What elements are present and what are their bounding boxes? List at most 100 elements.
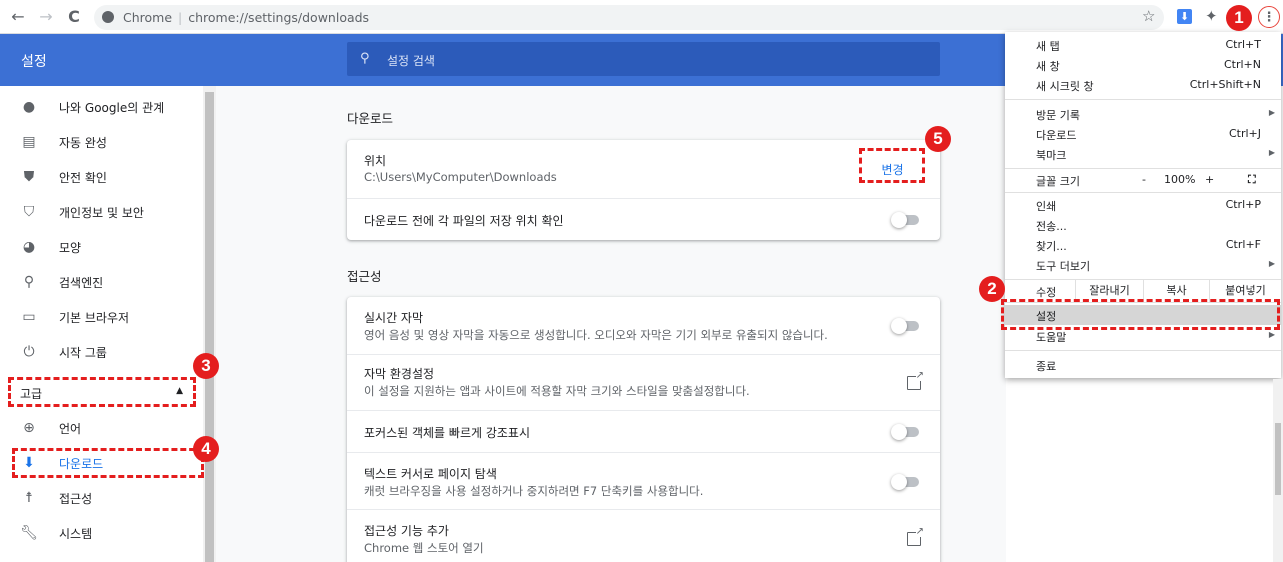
- settings-sidebar: ● 나와 Google의 관계 ▤ 자동 완성 ⛊ 안전 확인 ⛉ 개인정보 및…: [0, 86, 216, 562]
- menu-bookmarks[interactable]: 북마크 ▶: [1005, 144, 1281, 164]
- menu-new-window[interactable]: 새 창 Ctrl+N: [1005, 55, 1281, 75]
- url-text: chrome://settings/downloads: [188, 10, 370, 25]
- menu-zoom: 글꼴 크기 - 100% + ⛶: [1005, 170, 1281, 190]
- menu-shortcut: Ctrl+N: [1223, 58, 1261, 71]
- main-scroll-thumb[interactable]: [1275, 423, 1281, 495]
- search-icon: ⚲: [23, 274, 35, 290]
- sidebar-item-appearance[interactable]: ◕ 모양: [0, 229, 200, 264]
- ask-location-toggle[interactable]: [891, 212, 919, 228]
- menu-label: 방문 기록: [1036, 109, 1080, 122]
- person-icon: ●: [22, 99, 36, 115]
- zoom-out-button[interactable]: -: [1142, 173, 1146, 186]
- menu-cast[interactable]: 전송...: [1005, 215, 1281, 235]
- menu-print[interactable]: 인쇄 Ctrl+P: [1005, 195, 1281, 215]
- menu-shortcut: Ctrl+T: [1225, 38, 1261, 51]
- location-path: C:\Users\MyComputer\Downloads: [364, 170, 557, 184]
- focus-highlight-row[interactable]: 포커스된 객체를 빠르게 강조표시: [347, 410, 940, 452]
- search-icon: ⚲: [360, 51, 370, 66]
- menu-label: 종료: [1036, 360, 1057, 373]
- menu-downloads[interactable]: 다운로드 Ctrl+J: [1005, 124, 1281, 144]
- address-bar[interactable]: Chrome | chrome://settings/downloads: [94, 5, 1164, 30]
- shield-check-icon: ⛊: [23, 169, 35, 185]
- browser-toolbar: ← → C Chrome | chrome://settings/downloads…: [0, 0, 1283, 34]
- menu-label: 수정: [1036, 286, 1057, 299]
- sidebar-item-default-browser[interactable]: ▭ 기본 브라우저: [0, 299, 200, 334]
- sidebar-item-search-engine[interactable]: ⚲ 검색엔진: [0, 264, 200, 299]
- sidebar-item-accessibility[interactable]: ☨ 접근성: [0, 480, 200, 515]
- back-icon[interactable]: ←: [8, 7, 28, 27]
- main-scrollbar[interactable]: [1273, 379, 1283, 562]
- step-badge-4: 4: [193, 436, 219, 462]
- open-external-icon[interactable]: [907, 370, 924, 390]
- settings-search-input[interactable]: ⚲ 설정 검색: [347, 42, 940, 76]
- sidebar-scroll-thumb[interactable]: [205, 92, 214, 562]
- forward-icon[interactable]: →: [36, 7, 56, 27]
- sidebar-item-label: 검색엔진: [59, 276, 104, 290]
- highlight-downloads: [12, 448, 204, 478]
- caption-pref-title: 자막 환경설정: [364, 367, 435, 381]
- chrome-menu-icon[interactable]: ⋮: [1258, 6, 1280, 28]
- toggle-knob: [891, 474, 907, 490]
- menu-shortcut: Ctrl+P: [1225, 198, 1261, 211]
- menu-find[interactable]: 찾기... Ctrl+F: [1005, 235, 1281, 255]
- sidebar-item-languages[interactable]: ⊕ 언어: [0, 410, 200, 445]
- caret-browsing-toggle[interactable]: [891, 474, 919, 490]
- add-accessibility-row[interactable]: 접근성 기능 추가 Chrome 웹 스토어 열기: [347, 509, 940, 562]
- menu-label: 새 시크릿 창: [1036, 80, 1094, 93]
- highlight-advanced: [8, 377, 196, 407]
- menu-more-tools[interactable]: 도구 더보기 ▶: [1005, 255, 1281, 275]
- reload-icon[interactable]: C: [64, 7, 84, 27]
- toggle-knob: [891, 424, 907, 440]
- download-extension-icon[interactable]: ⬇: [1177, 9, 1192, 24]
- add-accessibility-sub: Chrome 웹 스토어 열기: [364, 541, 484, 555]
- sidebar-item-label: 모양: [59, 241, 82, 255]
- live-caption-toggle[interactable]: [891, 318, 919, 334]
- menu-label: 전송...: [1036, 220, 1067, 233]
- highlight-change-button: [859, 148, 925, 183]
- zoom-in-button[interactable]: +: [1205, 173, 1214, 186]
- sidebar-scrollbar[interactable]: [203, 86, 216, 562]
- sidebar-item-privacy[interactable]: ⛉ 개인정보 및 보안: [0, 194, 200, 229]
- sidebar-item-on-startup[interactable]: ⏻ 시작 그룹: [0, 334, 200, 369]
- caret-browsing-row[interactable]: 텍스트 커서로 페이지 탐색 캐럿 브라우징을 사용 설정하거나 중지하려면 F…: [347, 452, 940, 509]
- caret-title: 텍스트 커서로 페이지 탐색: [364, 467, 497, 481]
- focus-highlight-toggle[interactable]: [891, 424, 919, 440]
- menu-label: 인쇄: [1036, 200, 1057, 213]
- menu-label: 도구 더보기: [1036, 260, 1091, 273]
- menu-label: 찾기...: [1036, 240, 1067, 253]
- menu-new-tab[interactable]: 새 탭 Ctrl+T: [1005, 35, 1281, 55]
- wrench-icon: 🔧︎: [20, 525, 38, 541]
- live-caption-row[interactable]: 실시간 자막 영어 음성 및 영상 자막을 자동으로 생성합니다. 오디오와 자…: [347, 297, 940, 354]
- fullscreen-icon[interactable]: ⛶: [1248, 173, 1256, 187]
- sidebar-item-label: 자동 완성: [59, 136, 107, 150]
- sidebar-item-label: 언어: [59, 422, 82, 436]
- sidebar-item-google[interactable]: ● 나와 Google의 관계: [0, 89, 200, 124]
- highlight-settings-menu-item: [1001, 299, 1280, 330]
- caption-pref-sub: 이 설정을 지원하는 앱과 사이트에 적용할 자막 크기와 스타일을 맞춤설정합…: [364, 384, 750, 398]
- menu-history[interactable]: 방문 기록 ▶: [1005, 104, 1281, 124]
- sidebar-item-label: 접근성: [59, 492, 93, 506]
- submenu-arrow-icon: ▶: [1268, 259, 1275, 268]
- extensions-puzzle-icon[interactable]: ✦: [1205, 7, 1218, 25]
- sidebar-item-system[interactable]: 🔧︎ 시스템: [0, 515, 200, 550]
- sidebar-item-autofill[interactable]: ▤ 자동 완성: [0, 124, 200, 159]
- sidebar-item-label: 기본 브라우저: [59, 311, 130, 325]
- address-text: Chrome | chrome://settings/downloads: [123, 10, 370, 25]
- menu-label: 도움말: [1036, 331, 1067, 344]
- menu-new-incognito[interactable]: 새 시크릿 창 Ctrl+Shift+N: [1005, 75, 1281, 95]
- step-badge-2: 2: [979, 276, 1005, 302]
- power-icon: ⏻: [23, 344, 35, 360]
- sidebar-item-label: 안전 확인: [59, 171, 107, 185]
- zoom-value: 100%: [1164, 173, 1196, 186]
- bookmark-star-icon[interactable]: ☆: [1142, 7, 1155, 25]
- downloads-card: 위치 C:\Users\MyComputer\Downloads 변경 다운로드…: [347, 140, 940, 240]
- settings-title: 설정: [21, 54, 47, 70]
- menu-exit[interactable]: 종료: [1005, 355, 1281, 375]
- menu-label: 다운로드: [1036, 129, 1077, 142]
- caption-preferences-row[interactable]: 자막 환경설정 이 설정을 지원하는 앱과 사이트에 적용할 자막 크기와 스타…: [347, 354, 940, 410]
- sidebar-item-safety-check[interactable]: ⛊ 안전 확인: [0, 159, 200, 194]
- open-external-icon[interactable]: [907, 526, 924, 546]
- shield-icon: ⛉: [23, 204, 35, 220]
- ask-location-row[interactable]: 다운로드 전에 각 파일의 저장 위치 확인: [347, 198, 940, 240]
- sidebar-item-label: 시작 그룹: [59, 346, 107, 360]
